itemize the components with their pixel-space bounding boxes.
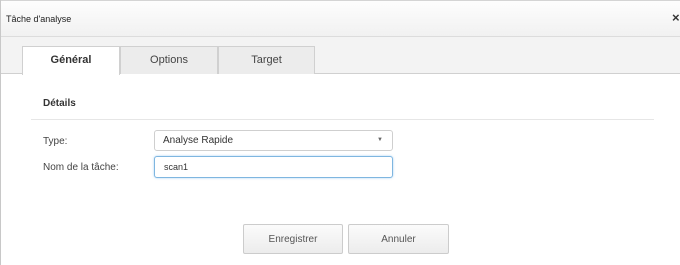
type-select-value: Analyse Rapide (163, 135, 234, 146)
save-button[interactable]: Enregistrer (243, 224, 343, 254)
chevron-down-icon: ▼ (377, 137, 383, 143)
task-name-input[interactable] (154, 156, 393, 178)
tab-general[interactable]: Général (22, 46, 120, 75)
type-select[interactable]: Analyse Rapide ▼ (154, 130, 393, 151)
section-divider (31, 119, 654, 120)
cancel-button[interactable]: Annuler (348, 224, 449, 254)
tab-bar: Général Options Target (1, 37, 680, 75)
type-label: Type: (43, 136, 68, 147)
tab-target[interactable]: Target (218, 46, 315, 74)
task-name-label: Nom de la tâche: (43, 162, 119, 173)
close-icon[interactable]: × (672, 11, 680, 25)
tab-options[interactable]: Options (120, 46, 218, 74)
details-section-title: Détails (43, 98, 76, 109)
dialog-titlebar: Tâche d'analyse × (1, 0, 680, 37)
analysis-task-dialog: Tâche d'analyse × Général Options Target… (0, 0, 680, 265)
dialog-title: Tâche d'analyse (6, 14, 72, 24)
